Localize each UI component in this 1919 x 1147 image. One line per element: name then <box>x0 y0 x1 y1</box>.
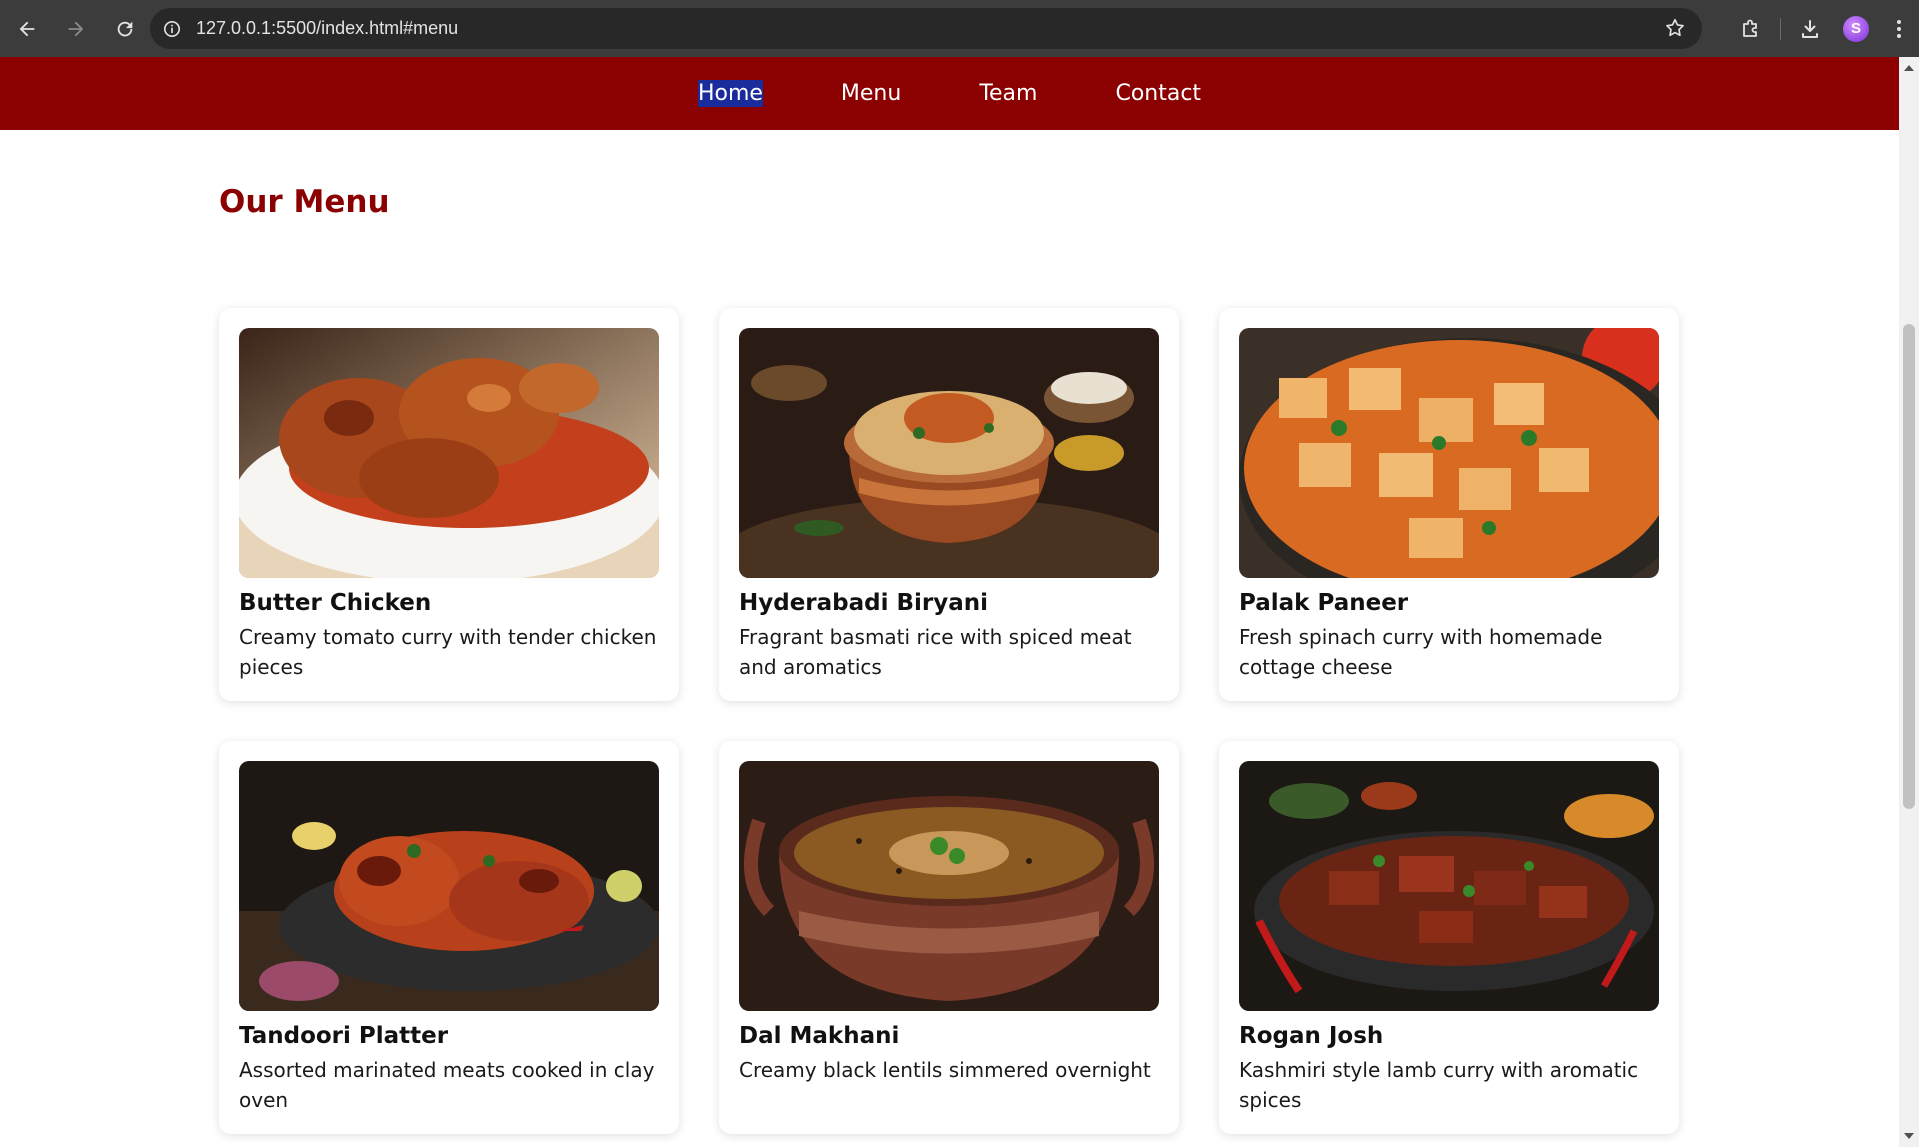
nav-link-contact[interactable]: Contact <box>1115 80 1201 107</box>
download-icon <box>1802 19 1818 38</box>
menu-item-description: Creamy tomato curry with tender chicken … <box>239 625 657 679</box>
menu-item-name: Tandoori Platter <box>239 1023 449 1049</box>
menu-card: Rogan Josh Kashmiri style lamb curry wit… <box>1219 741 1679 1134</box>
site-navbar: Home Menu Team Contact <box>0 57 1899 130</box>
hyderabadi-biryani-photo <box>739 328 1159 578</box>
forward-icon <box>68 21 84 36</box>
back-icon <box>19 21 35 36</box>
menu-grid: Butter Chicken Creamy tomato curry with … <box>219 308 1681 1134</box>
address-bar[interactable]: 127.0.0.1:5500/index.html#menu <box>150 8 1702 49</box>
back-button[interactable] <box>5 7 49 51</box>
reload-button[interactable] <box>103 7 147 51</box>
menu-section: Our Menu Butter Chicken Creamy tomato cu… <box>0 130 1899 1147</box>
tandoori-platter-photo <box>239 761 659 1011</box>
page-scrollbar[interactable] <box>1899 57 1919 1147</box>
section-title: Our Menu <box>219 184 390 220</box>
menu-item-description: Assorted marinated meats cooked in clay … <box>239 1058 655 1112</box>
browser-toolbar: 127.0.0.1:5500/index.html#menu S <box>0 0 1919 57</box>
extensions-icon <box>1743 19 1757 37</box>
menu-card: Dal Makhani Creamy black lentils simmere… <box>719 741 1179 1134</box>
nav-link-home[interactable]: Home <box>697 80 763 107</box>
menu-item-name: Dal Makhani <box>739 1023 900 1049</box>
reload-icon <box>117 21 133 36</box>
profile-button[interactable]: S <box>1833 6 1879 52</box>
menu-item-name: Butter Chicken <box>239 590 432 616</box>
butter-chicken-photo <box>239 328 659 578</box>
palak-paneer-photo <box>1239 328 1659 578</box>
site-info-icon[interactable] <box>162 19 182 39</box>
toolbar-divider <box>1780 17 1781 40</box>
rogan-josh-photo <box>1239 761 1659 1011</box>
menu-card: Palak Paneer Fresh spinach curry with ho… <box>1219 308 1679 701</box>
menu-item-description: Kashmiri style lamb curry with aromatic … <box>1239 1058 1639 1112</box>
extensions-button[interactable] <box>1728 6 1774 52</box>
more-menu-icon <box>1897 19 1901 38</box>
menu-item-description: Fragrant basmati rice with spiced meat a… <box>739 625 1132 679</box>
menu-item-description: Creamy black lentils simmered overnight <box>739 1058 1151 1082</box>
menu-item-name: Rogan Josh <box>1239 1023 1384 1049</box>
more-menu-button[interactable] <box>1879 6 1919 52</box>
menu-item-description: Fresh spinach curry with homemade cottag… <box>1239 625 1603 679</box>
menu-item-name: Hyderabadi Biryani <box>739 590 989 616</box>
forward-button[interactable] <box>54 7 98 51</box>
menu-card: Hyderabadi Biryani Fragrant basmati rice… <box>719 308 1179 701</box>
url-text[interactable]: 127.0.0.1:5500/index.html#menu <box>196 18 458 39</box>
bookmark-star-icon[interactable] <box>1664 17 1686 39</box>
nav-link-team[interactable]: Team <box>979 80 1037 107</box>
downloads-button[interactable] <box>1787 6 1833 52</box>
dal-makhani-photo <box>739 761 1159 1011</box>
profile-avatar: S <box>1843 15 1869 42</box>
menu-item-name: Palak Paneer <box>1239 590 1409 616</box>
scroll-down-icon[interactable] <box>1904 1133 1914 1139</box>
menu-card: Butter Chicken Creamy tomato curry with … <box>219 308 679 701</box>
scrollbar-thumb[interactable] <box>1903 324 1915 809</box>
scroll-up-icon[interactable] <box>1904 65 1914 71</box>
menu-card: Tandoori Platter Assorted marinated meat… <box>219 741 679 1134</box>
nav-link-menu[interactable]: Menu <box>841 80 901 107</box>
